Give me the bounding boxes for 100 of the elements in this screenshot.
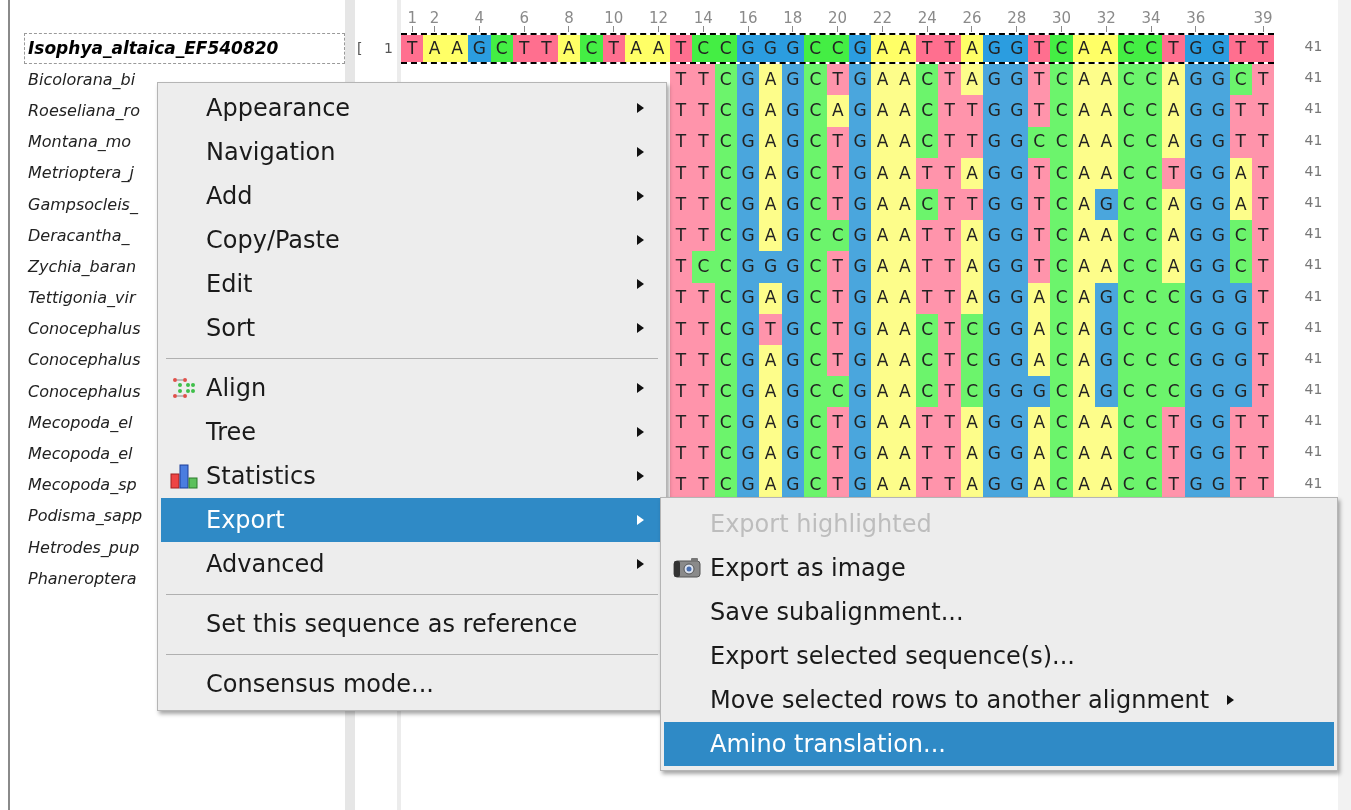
- ruler-label: 1: [407, 11, 417, 26]
- sequence-bases: T C C G G G C T G A A T T A G G T C A A C C A G G C T: [669, 251, 1275, 283]
- sequence-name[interactable]: Bicolorana_bi: [24, 66, 140, 93]
- ruler-label: 28: [1007, 11, 1027, 26]
- bracket-mark: [: [357, 39, 363, 59]
- menu-item[interactable]: Edit: [161, 262, 663, 306]
- sequence-bases: T T C G A G C T G A A C T T G G T C A G C C A G G A T: [669, 188, 1275, 221]
- camera-icon: [673, 558, 701, 578]
- menu-item[interactable]: Export: [161, 498, 663, 542]
- menu-item[interactable]: Export as image: [664, 546, 1334, 590]
- menu-item[interactable]: Consensus mode...: [161, 662, 663, 706]
- length-label: 41: [1304, 255, 1323, 275]
- menu-item[interactable]: Add: [161, 174, 663, 218]
- caret-icon: [637, 323, 644, 333]
- ruler-tick: [411, 26, 413, 32]
- ruler-tick: [1195, 26, 1197, 32]
- ruler-label: 12: [648, 11, 669, 26]
- length-label: 41: [1304, 68, 1323, 88]
- ruler-tick: [1061, 26, 1062, 32]
- sequence-bases: T T C G A G C T G A A C T C G G A C A G C C C G G G T: [669, 344, 1275, 377]
- sequence-bases: T T C G A G C T G A A C T A G G T C A A C C A G G C T: [669, 64, 1275, 96]
- ruler-tick: [434, 26, 436, 32]
- ruler-label: 22: [872, 11, 892, 26]
- sequence-name[interactable]: Podisma_sapp: [24, 503, 147, 530]
- menu-item[interactable]: Copy/Paste: [161, 218, 663, 262]
- ruler-label: 20: [828, 11, 848, 26]
- ruler-tick: [702, 26, 704, 32]
- sequence-name[interactable]: Conocephalus: [24, 378, 145, 405]
- length-label: 41: [1304, 348, 1323, 368]
- ruler-tick: [1150, 26, 1152, 32]
- menu-item[interactable]: Set this sequence as reference: [161, 602, 663, 646]
- menu-item[interactable]: Advanced: [161, 542, 663, 586]
- ruler-tick: [837, 26, 839, 32]
- sequence-name[interactable]: Conocephalus: [24, 347, 145, 374]
- ruler-label: 2: [429, 11, 440, 26]
- length-label: 41: [1304, 130, 1323, 150]
- start-position: 1: [384, 39, 393, 59]
- ruler-tick: [1105, 26, 1107, 32]
- length-label: 41: [1304, 286, 1323, 306]
- sequence-bases: T T C G A G C C G A A C T C G G G C A G C C C G G G T: [669, 376, 1275, 408]
- ruler-label: 32: [1096, 11, 1116, 26]
- length-label: 41: [1304, 192, 1323, 212]
- ruler-tick: [926, 26, 928, 32]
- ruler-tick: [971, 26, 973, 32]
- menu-item[interactable]: Navigation: [161, 130, 663, 174]
- ruler-tick: [613, 26, 615, 32]
- length-label: 41: [1304, 161, 1323, 181]
- length-label: 41: [1304, 99, 1323, 119]
- ruler-label: 8: [564, 11, 574, 26]
- ruler-label: 39: [1253, 11, 1273, 26]
- sequence-name[interactable]: Phaneroptera: [24, 565, 141, 592]
- sequence-bases: T T C G A G C C G A A T T A G G T C A A C C A G G C T: [669, 220, 1275, 252]
- sequence-name[interactable]: Montana_mo: [24, 129, 136, 156]
- sequence-name[interactable]: Zychia_baran: [24, 253, 141, 280]
- menu-item[interactable]: Appearance: [161, 86, 663, 130]
- sequence-name[interactable]: Mecopoda_sp: [24, 472, 141, 499]
- sequence-name[interactable]: Roeseliana_ro: [24, 97, 144, 124]
- sequence-name[interactable]: Metrioptera_j: [24, 160, 138, 187]
- menu-item[interactable]: Move selected rows to another alignment: [664, 678, 1334, 722]
- ruler-tick: [747, 26, 749, 32]
- length-label: 41: [1304, 317, 1323, 337]
- menu-item[interactable]: Statistics: [161, 454, 663, 498]
- ruler-label: 36: [1186, 11, 1206, 26]
- ruler-label: 6: [519, 11, 529, 26]
- sequence-bases: T T C G A G C T G A A T T A G G A C A A C C T G G T T: [669, 438, 1275, 470]
- ruler-tick: [478, 26, 480, 32]
- ruler-label: 24: [917, 11, 937, 26]
- caret-icon: [637, 471, 644, 481]
- length-label: 41: [1304, 37, 1323, 56]
- sequence-name[interactable]: Isophya_altaica_EF540820: [24, 32, 345, 65]
- ruler-tick: [881, 26, 883, 32]
- ruler-label: 30: [1051, 11, 1072, 26]
- menu-item[interactable]: Align: [161, 366, 663, 410]
- sequence-name[interactable]: Tettigonia_vir: [24, 285, 140, 312]
- length-label: 41: [1304, 442, 1323, 462]
- sequence-bases: T T C G T G C T G A A C T C G G A C A G C C C G G G T: [669, 313, 1275, 345]
- ruler-label: 10: [604, 11, 624, 26]
- ruler-label: 16: [738, 11, 758, 26]
- menu-item[interactable]: Export selected sequence(s)...: [664, 634, 1334, 678]
- caret-icon: [637, 191, 644, 201]
- caret-icon: [637, 103, 644, 113]
- sequence-name[interactable]: Hetrodes_pup: [24, 534, 144, 561]
- sequence-name[interactable]: Gampsocleis_: [24, 191, 142, 218]
- ruler-label: 4: [474, 11, 485, 26]
- bar-chart-icon: [169, 463, 198, 489]
- menu-item[interactable]: Save subalignment...: [664, 590, 1334, 634]
- menu-item[interactable]: Sort: [161, 306, 663, 350]
- sequence-name[interactable]: Deracantha_: [24, 222, 134, 249]
- ruler-tick: [1016, 26, 1018, 32]
- ruler-label: 18: [783, 11, 803, 26]
- menu-item[interactable]: Tree: [161, 410, 663, 454]
- ruler-tick: [523, 26, 525, 32]
- ruler-label: 26: [962, 11, 982, 26]
- ruler-tick: [792, 26, 794, 32]
- sequence-name[interactable]: Mecopoda_el: [24, 409, 137, 436]
- sequence-name[interactable]: Conocephalus: [24, 316, 145, 343]
- menu-item[interactable]: Amino translation...: [664, 722, 1334, 766]
- sequence-name[interactable]: Mecopoda_el: [24, 441, 137, 468]
- sequence-bases: T A A G C T T A C T A A T C C G G G C C G A A T T A G G T C A A C C T G G T T: [401, 33, 1275, 65]
- caret-icon: [637, 147, 644, 157]
